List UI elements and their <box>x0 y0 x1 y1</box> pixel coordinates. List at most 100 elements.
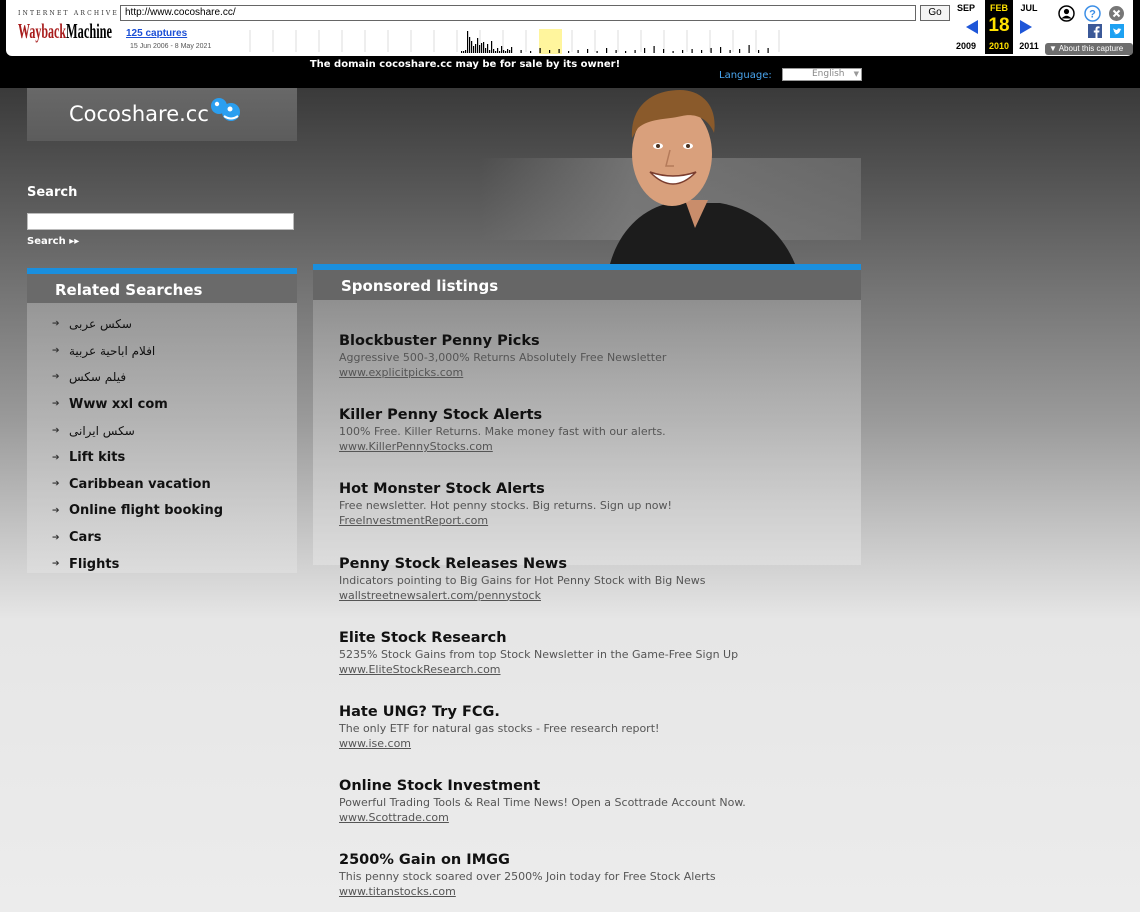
capture-bar <box>615 50 617 53</box>
next-capture-arrow-icon[interactable] <box>1020 20 1032 34</box>
related-search-label[interactable]: فيلم سكس <box>69 370 126 384</box>
capture-bar <box>473 46 475 53</box>
related-search-label[interactable]: سكس عربى <box>69 317 132 331</box>
ad-title-link[interactable]: Hate UNG? Try FCG. <box>339 703 859 721</box>
arrow-icon: ➔ <box>52 479 60 490</box>
related-search-label[interactable]: Flights <box>69 557 119 572</box>
related-search-item[interactable]: ➔ Lift kits <box>52 448 125 468</box>
next-month[interactable]: JUL <box>1015 3 1043 13</box>
related-search-item[interactable]: ➔ Online flight booking <box>52 501 223 521</box>
related-search-label[interactable]: افلام اباحية عربية <box>69 344 155 358</box>
ad-url-link[interactable]: www.KillerPennyStocks.com <box>339 439 859 454</box>
capture-bar <box>495 51 497 53</box>
about-capture-label: About this capture <box>1058 44 1124 53</box>
capture-bar <box>471 41 473 53</box>
prev-month[interactable]: SEP <box>952 3 980 13</box>
twitter-icon[interactable] <box>1110 24 1124 38</box>
people-logo-icon <box>211 98 240 121</box>
ad-url-link[interactable]: wallstreetnewsalert.com/pennystock <box>339 588 859 603</box>
captures-link[interactable]: 125 captures <box>126 28 187 39</box>
capture-bar <box>467 31 469 53</box>
related-search-label[interactable]: Www xxl com <box>69 397 168 412</box>
related-search-item[interactable]: ➔ Flights <box>52 554 119 574</box>
sponsored-ad: 2500% Gain on IMGG This penny stock soare… <box>339 851 859 899</box>
ad-title-link[interactable]: 2500% Gain on IMGG <box>339 851 859 869</box>
arrow-icon: ➔ <box>52 505 60 516</box>
related-search-label[interactable]: سكس ايرانى <box>69 424 135 438</box>
help-icon[interactable]: ? <box>1084 5 1101 22</box>
related-search-item[interactable]: ➔ فيلم سكس <box>52 367 126 387</box>
capture-bar <box>505 51 507 53</box>
site-name: Cocoshare.cc <box>69 102 209 126</box>
capture-bar <box>596 51 598 53</box>
ad-title-link[interactable]: Online Stock Investment <box>339 777 859 795</box>
capture-bar <box>483 42 485 53</box>
ad-title-link[interactable]: Killer Penny Stock Alerts <box>339 406 859 424</box>
search-button[interactable]: Search ▸▸ <box>27 236 79 247</box>
capture-bar <box>479 45 481 53</box>
capture-bar <box>644 48 646 53</box>
related-search-item[interactable]: ➔ Cars <box>52 528 101 548</box>
capture-bar <box>587 49 589 53</box>
related-search-label[interactable]: Lift kits <box>69 450 125 465</box>
ad-title-link[interactable]: Hot Monster Stock Alerts <box>339 480 859 498</box>
capture-bar <box>520 50 522 53</box>
user-account-icon[interactable] <box>1058 5 1075 22</box>
prev-year[interactable]: 2009 <box>952 41 980 51</box>
arrow-icon: ➔ <box>52 452 60 463</box>
capture-bar <box>509 50 511 53</box>
ad-url-link[interactable]: www.EliteStockResearch.com <box>339 662 859 677</box>
wayback-logo[interactable]: Wayback Machine <box>18 18 114 44</box>
capture-bar <box>625 51 627 53</box>
ad-title-link[interactable]: Penny Stock Releases News <box>339 555 859 573</box>
about-capture-button[interactable]: ▼ About this capture <box>1045 43 1133 55</box>
smiling-man-photo <box>610 90 795 264</box>
capture-sparkline[interactable] <box>228 26 948 54</box>
arrow-icon: ➔ <box>52 532 60 543</box>
capture-bar <box>499 51 501 53</box>
arrow-icon: ➔ <box>52 559 60 570</box>
capture-bar <box>491 41 493 53</box>
current-day: 18 <box>988 15 1010 36</box>
related-search-item[interactable]: ➔ افلام اباحية عربية <box>52 341 155 361</box>
sponsored-ad: Penny Stock Releases News Indicators poin… <box>339 555 859 603</box>
ad-title-link[interactable]: Blockbuster Penny Picks <box>339 332 859 350</box>
related-search-label[interactable]: Caribbean vacation <box>69 477 211 492</box>
prev-capture-arrow-icon[interactable] <box>966 20 978 34</box>
capture-bar <box>485 48 487 53</box>
ad-url-link[interactable]: www.titanstocks.com <box>339 884 859 899</box>
capture-bar <box>663 49 665 53</box>
ad-title-link[interactable]: Elite Stock Research <box>339 629 859 647</box>
language-select[interactable]: English ▼ <box>782 68 862 81</box>
capture-bar <box>558 49 560 53</box>
related-search-label[interactable]: Online flight booking <box>69 503 223 518</box>
capture-range: 15 Jun 2006 - 8 May 2021 <box>130 43 212 50</box>
related-search-item[interactable]: ➔ Caribbean vacation <box>52 474 211 494</box>
arrow-icon: ➔ <box>52 345 60 356</box>
search-input[interactable] <box>27 213 294 230</box>
related-search-label[interactable]: Cars <box>69 530 101 545</box>
related-search-item[interactable]: ➔ Www xxl com <box>52 394 168 414</box>
related-search-item[interactable]: ➔ سكس عربى <box>52 314 132 334</box>
ad-url-link[interactable]: www.ise.com <box>339 736 859 751</box>
capture-bar <box>489 50 491 53</box>
sponsored-header: Sponsored listings <box>313 264 861 300</box>
next-year[interactable]: 2011 <box>1015 41 1043 51</box>
capture-bar <box>501 46 503 53</box>
language-label: Language: <box>719 70 772 81</box>
wayback-url-input[interactable]: http://www.cocoshare.cc/ <box>120 5 916 21</box>
ad-url-link[interactable]: www.Scottrade.com <box>339 810 859 825</box>
site-logo-box[interactable]: Cocoshare.cc <box>27 88 297 141</box>
dropdown-arrow-icon: ▼ <box>1049 44 1059 53</box>
capture-bar <box>463 51 465 53</box>
ad-url-link[interactable]: FreeInvestmentReport.com <box>339 513 859 528</box>
go-button[interactable]: Go <box>920 5 950 21</box>
close-icon[interactable] <box>1108 5 1125 22</box>
capture-bar <box>682 50 684 53</box>
facebook-icon[interactable] <box>1088 24 1102 38</box>
arrow-icon: ➔ <box>52 425 60 436</box>
capture-bar <box>701 50 703 53</box>
related-search-item[interactable]: ➔ سكس ايرانى <box>52 421 135 441</box>
sponsored-ad: Elite Stock Research 5235% Stock Gains fr… <box>339 629 859 677</box>
ad-url-link[interactable]: www.explicitpicks.com <box>339 365 859 380</box>
